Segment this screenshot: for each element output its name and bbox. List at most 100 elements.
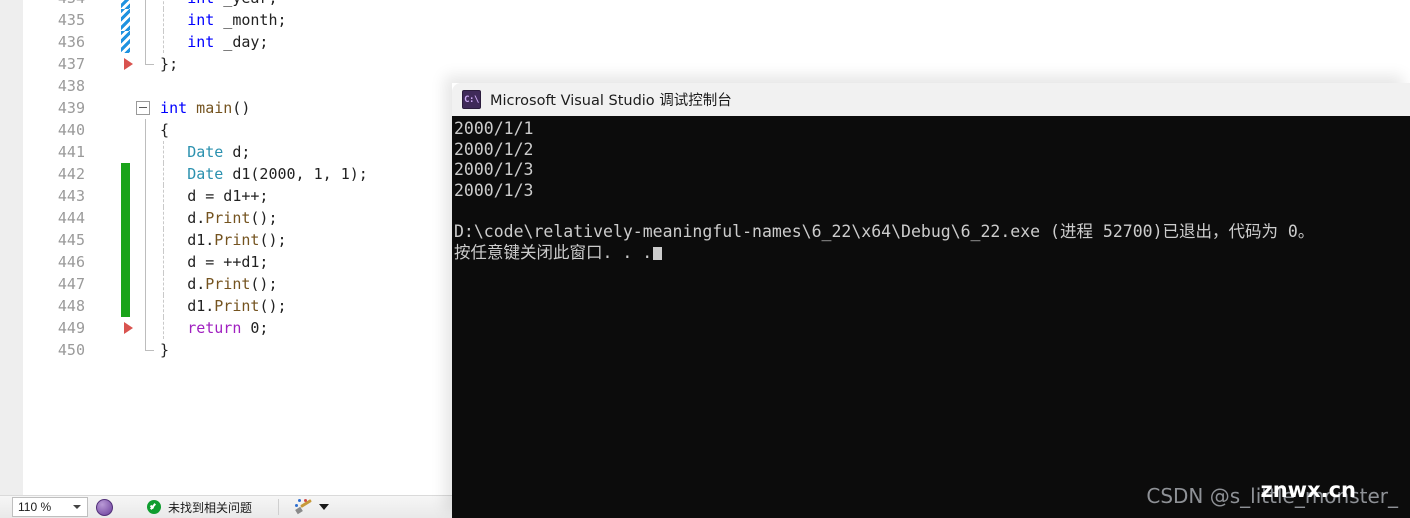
line-number: 441: [57, 143, 85, 161]
code-text: d = d1++;: [187, 185, 268, 207]
issues-status-text: 未找到相关问题: [168, 500, 253, 515]
code-token: ();: [259, 297, 287, 315]
bookmark-triangle-icon[interactable]: [124, 322, 133, 334]
brush-dropdown-chevron-icon[interactable]: [319, 504, 330, 510]
code-token: main: [196, 99, 233, 117]
console-output-line: D:\code\relatively-meaningful-names\6_22…: [454, 222, 1315, 242]
paintbrush-icon[interactable]: [295, 499, 313, 515]
code-text: d.Print();: [187, 273, 277, 295]
structure-guide-end: [145, 53, 154, 65]
console-output-line: 2000/1/1: [454, 119, 534, 138]
code-token: _month;: [214, 11, 287, 29]
collapse-outline-toggle[interactable]: [136, 101, 150, 115]
indent-guide-line: [163, 295, 164, 317]
chevron-down-icon[interactable]: [73, 505, 81, 509]
structure-guide-end: [145, 339, 154, 351]
structure-guide-line: [145, 207, 146, 229]
code-text: int _year;: [187, 0, 277, 9]
structure-guide-line: [145, 251, 146, 273]
status-separator: [278, 499, 280, 515]
code-token: d = ++d1;: [187, 253, 269, 271]
line-number: 438: [57, 77, 85, 95]
watermark-site-text: znwx.cn: [1260, 478, 1357, 502]
line-number: 448: [57, 297, 85, 315]
line-number: 434: [23, 0, 85, 9]
code-token: Print: [214, 297, 260, 315]
code-token: };: [160, 55, 179, 73]
console-title: Microsoft Visual Studio 调试控制台: [490, 93, 732, 109]
console-output-line: 2000/1/3: [454, 181, 534, 201]
code-text: return 0;: [187, 317, 268, 339]
code-token: d = d1++;: [187, 187, 269, 205]
line-number: 437: [57, 55, 85, 73]
zoom-level-value: 110 %: [18, 500, 52, 514]
code-text: };: [160, 53, 178, 75]
line-number: 447: [57, 275, 85, 293]
code-token: Print: [214, 231, 260, 249]
indent-guide-line: [163, 9, 164, 31]
code-token: _year;: [214, 0, 277, 7]
code-text: Date d1(2000, 1, 1);: [187, 163, 368, 185]
code-token: (): [232, 99, 251, 117]
code-token: ();: [259, 231, 287, 249]
watermark: CSDN @s_little_monster_ znwx.cn: [1146, 478, 1398, 514]
editor-indicator-margin: [0, 0, 24, 496]
saved-change-marker: [121, 229, 130, 251]
code-text: d1.Print();: [187, 295, 286, 317]
code-token: d1.: [187, 231, 215, 249]
line-number: 450: [57, 341, 85, 359]
line-number: 435: [57, 11, 85, 29]
debug-console-window[interactable]: C:\ Microsoft Visual Studio 调试控制台 2000/1…: [452, 83, 1410, 518]
line-number: 443: [57, 187, 85, 205]
line-number: 442: [57, 165, 85, 183]
line-number: 436: [57, 33, 85, 51]
saved-change-marker: [121, 273, 130, 295]
console-output-line: 2000/1/2: [454, 139, 534, 159]
indent-guide-line: [163, 0, 164, 9]
unsaved-change-marker: [121, 31, 130, 53]
code-token: ();: [250, 209, 278, 227]
saved-change-marker: [121, 185, 130, 207]
saved-change-marker: [121, 295, 130, 317]
console-prompt-line: 按任意键关闭此窗口. . .: [454, 243, 1314, 264]
code-token: d.: [187, 275, 206, 293]
console-output-area[interactable]: 2000/1/1 2000/1/2 2000/1/3 2000/1/3 D:\code\…: [452, 116, 1410, 518]
code-token: int: [187, 0, 214, 7]
code-token: int: [187, 11, 215, 29]
unsaved-change-marker: [121, 9, 130, 31]
structure-guide-line: [145, 9, 146, 31]
indent-guide-line: [163, 31, 164, 53]
code-token: Date: [187, 143, 224, 161]
code-token: }: [160, 341, 170, 359]
structure-guide-line: [145, 317, 146, 339]
structure-guide-line: [145, 229, 146, 251]
zoom-level-combobox[interactable]: 110 %: [12, 497, 88, 517]
code-token: int: [187, 33, 215, 51]
console-icon-glyph: C:\: [464, 94, 479, 105]
code-token: ();: [250, 275, 278, 293]
line-number: 449: [57, 319, 85, 337]
code-text: {: [160, 119, 169, 141]
console-titlebar[interactable]: C:\ Microsoft Visual Studio 调试控制台: [452, 83, 1410, 116]
line-number: 439: [57, 99, 85, 117]
indent-guide-line: [163, 317, 164, 339]
saved-change-marker: [121, 207, 130, 229]
indent-guide-line: [163, 185, 164, 207]
code-token: d1(2000, 1, 1);: [223, 165, 368, 183]
structure-guide-line: [145, 141, 146, 163]
code-token: return: [187, 319, 242, 337]
code-token: int: [160, 99, 188, 117]
indent-guide-line: [163, 229, 164, 251]
intellicode-icon[interactable]: [96, 498, 113, 516]
code-text: d1.Print();: [187, 229, 286, 251]
line-number: 440: [57, 121, 85, 139]
indent-guide-line: [163, 251, 164, 273]
code-text: d.Print();: [187, 207, 277, 229]
bookmark-triangle-icon[interactable]: [124, 58, 133, 70]
code-text: int main(): [160, 97, 250, 119]
console-text-lines: 2000/1/1 2000/1/2 2000/1/3 2000/1/3 D:\code\…: [454, 119, 1314, 264]
structure-guide-line: [145, 273, 146, 295]
structure-guide-line: [145, 163, 146, 185]
code-token: {: [160, 121, 170, 139]
